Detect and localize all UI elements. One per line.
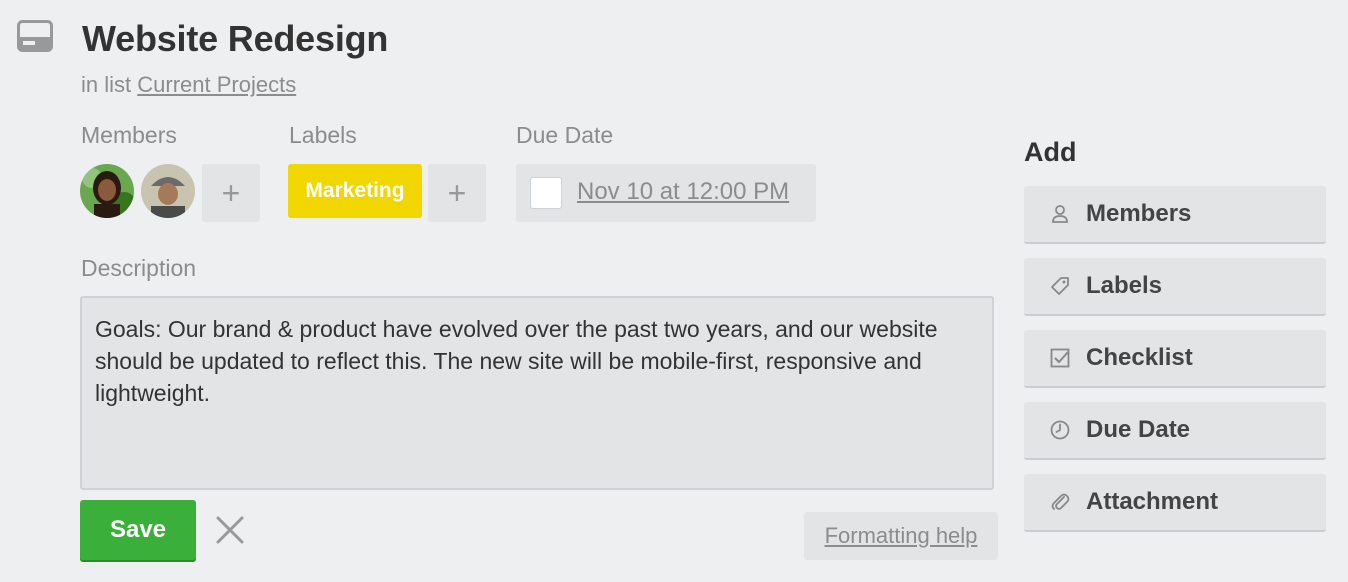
- person-icon: [1049, 203, 1071, 225]
- description-heading: Description: [81, 255, 197, 281]
- add-heading: Add: [1024, 137, 1077, 167]
- add-member-button[interactable]: +: [202, 164, 260, 222]
- label-marketing[interactable]: Marketing: [288, 164, 422, 218]
- due-date-heading: Due Date: [516, 122, 614, 148]
- card-title[interactable]: Website Redesign: [82, 18, 388, 60]
- sidebar-checklist-button[interactable]: Checklist: [1024, 330, 1326, 388]
- sidebar-button-label: Checklist: [1086, 344, 1193, 371]
- sidebar-due-date-button[interactable]: Due Date: [1024, 402, 1326, 460]
- member-avatar[interactable]: [80, 164, 134, 218]
- clock-icon: [1049, 419, 1071, 441]
- card-icon: [17, 20, 53, 52]
- sidebar-labels-button[interactable]: Labels: [1024, 258, 1326, 316]
- due-complete-checkbox[interactable]: [530, 177, 562, 209]
- sidebar-attachment-button[interactable]: Attachment: [1024, 474, 1326, 532]
- labels-heading: Labels: [289, 122, 357, 148]
- sidebar-button-label: Members: [1086, 200, 1192, 227]
- checkbox-icon: [1049, 347, 1071, 369]
- due-date-link[interactable]: Nov 10 at 12:00 PM: [577, 178, 789, 206]
- description-textarea[interactable]: Goals: Our brand & product have evolved …: [80, 296, 994, 490]
- tag-icon: [1049, 275, 1071, 297]
- sidebar-button-label: Attachment: [1086, 488, 1219, 515]
- due-date-badge[interactable]: Nov 10 at 12:00 PM: [516, 164, 816, 222]
- list-prefix: in list: [81, 72, 132, 97]
- member-avatar[interactable]: [141, 164, 195, 218]
- formatting-help-link[interactable]: Formatting help: [804, 512, 998, 560]
- add-label-button[interactable]: +: [428, 164, 486, 222]
- paperclip-icon: [1049, 491, 1071, 513]
- save-button[interactable]: Save: [80, 500, 196, 560]
- list-link[interactable]: Current Projects: [137, 72, 296, 97]
- sidebar-button-label: Labels: [1086, 272, 1163, 299]
- members-heading: Members: [81, 122, 177, 148]
- sidebar-members-button[interactable]: Members: [1024, 186, 1326, 244]
- list-info: in list Current Projects: [81, 72, 296, 98]
- close-icon[interactable]: [214, 514, 246, 546]
- sidebar-button-label: Due Date: [1086, 416, 1191, 443]
